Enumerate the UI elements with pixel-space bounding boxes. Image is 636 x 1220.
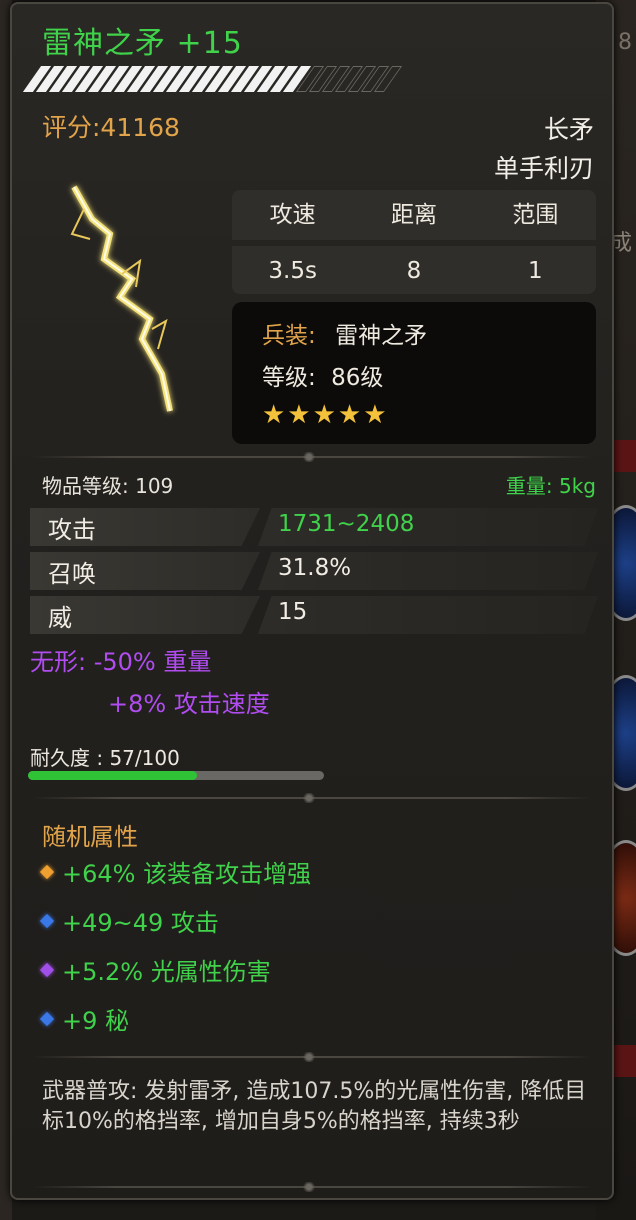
durability-bar [28,771,324,780]
attribute-value: 15 [278,599,308,625]
random-attribute-text: +64% 该装备攻击增强 [62,860,312,888]
stat-value-attack-speed: 3.5s [268,258,317,284]
random-attribute-text: +9 秘 [62,1007,130,1035]
set-value: 雷神之矛 [335,323,428,349]
level-value: 86级 [331,365,384,391]
special-attribute-line: +8% 攻击速度 [108,690,270,718]
diamond-gem-icon [39,913,55,929]
equipment-info-box: 兵装: 雷神之矛 等级: 86级 ★★★★★ [232,302,596,444]
weapon-subtype: 单手利刃 [493,154,594,183]
set-key: 兵装: [262,323,316,349]
stat-value-distance: 8 [406,258,422,284]
diamond-gem-icon [39,864,55,880]
item-weight: 重量: 5kg [505,474,596,498]
random-attribute-text: +49~49 攻击 [62,909,219,937]
stat-header-range: 范围 [512,202,559,228]
random-attribute-item: +9 秘 [39,1001,130,1036]
random-attribute-text: +5.2% 光属性伤害 [62,958,271,986]
stat-header-attack-speed: 攻速 [269,202,316,228]
stat-header-distance: 距离 [390,202,437,228]
divider [32,1182,592,1192]
special-attribute-line: 无形: -50% 重量 [30,648,212,676]
item-tooltip-panel: 雷神之矛 +15 评分:41168 长矛 单手利刃 攻速 距离 范围 3.5s … [10,2,614,1200]
attribute-label: 攻击 [48,516,96,544]
attribute-label: 威 [48,604,72,632]
item-level: 物品等级: 109 [42,474,174,498]
enhance-progress-bar [22,66,460,92]
diamond-gem-icon [39,1011,55,1027]
stats-table-header: 攻速 距离 范围 [232,190,596,240]
level-key: 等级: [262,365,316,391]
weapon-skill-description: 武器普攻: 发射雷矛, 造成107.5%的光属性伤害, 降低目标10%的格挡率,… [42,1079,587,1134]
divider [32,1052,592,1062]
background-text: 8 [618,30,632,55]
divider [32,452,592,462]
durability-label: 耐久度 : 57/100 [30,746,180,770]
attribute-row-attack: 攻击 1731~2408 [30,508,600,546]
attribute-value: 31.8% [278,555,352,581]
random-attribute-item: +64% 该装备攻击增强 [39,854,312,889]
random-attribute-item: +49~49 攻击 [39,903,219,938]
lightning-spear-icon [70,185,173,412]
attribute-row-might: 威 15 [30,596,600,634]
set-line: 兵装: 雷神之矛 [262,316,427,350]
durability-bar-fill [28,771,197,780]
random-attributes-title: 随机属性 [42,823,138,851]
attribute-label: 召唤 [48,560,96,588]
level-line: 等级: 86级 [262,358,383,392]
weapon-type: 长矛 [543,115,594,144]
star-rating: ★★★★★ [262,400,389,430]
attribute-row-summon: 召唤 31.8% [30,552,600,590]
stats-table-values: 3.5s 8 1 [232,246,596,294]
item-score: 评分:41168 [42,113,180,142]
random-attribute-item: +5.2% 光属性伤害 [39,952,271,987]
divider [32,793,592,803]
attribute-value: 1731~2408 [278,511,415,537]
item-name: 雷神之矛 +15 [42,26,243,61]
stat-value-range: 1 [528,258,543,284]
diamond-gem-icon [39,962,55,978]
